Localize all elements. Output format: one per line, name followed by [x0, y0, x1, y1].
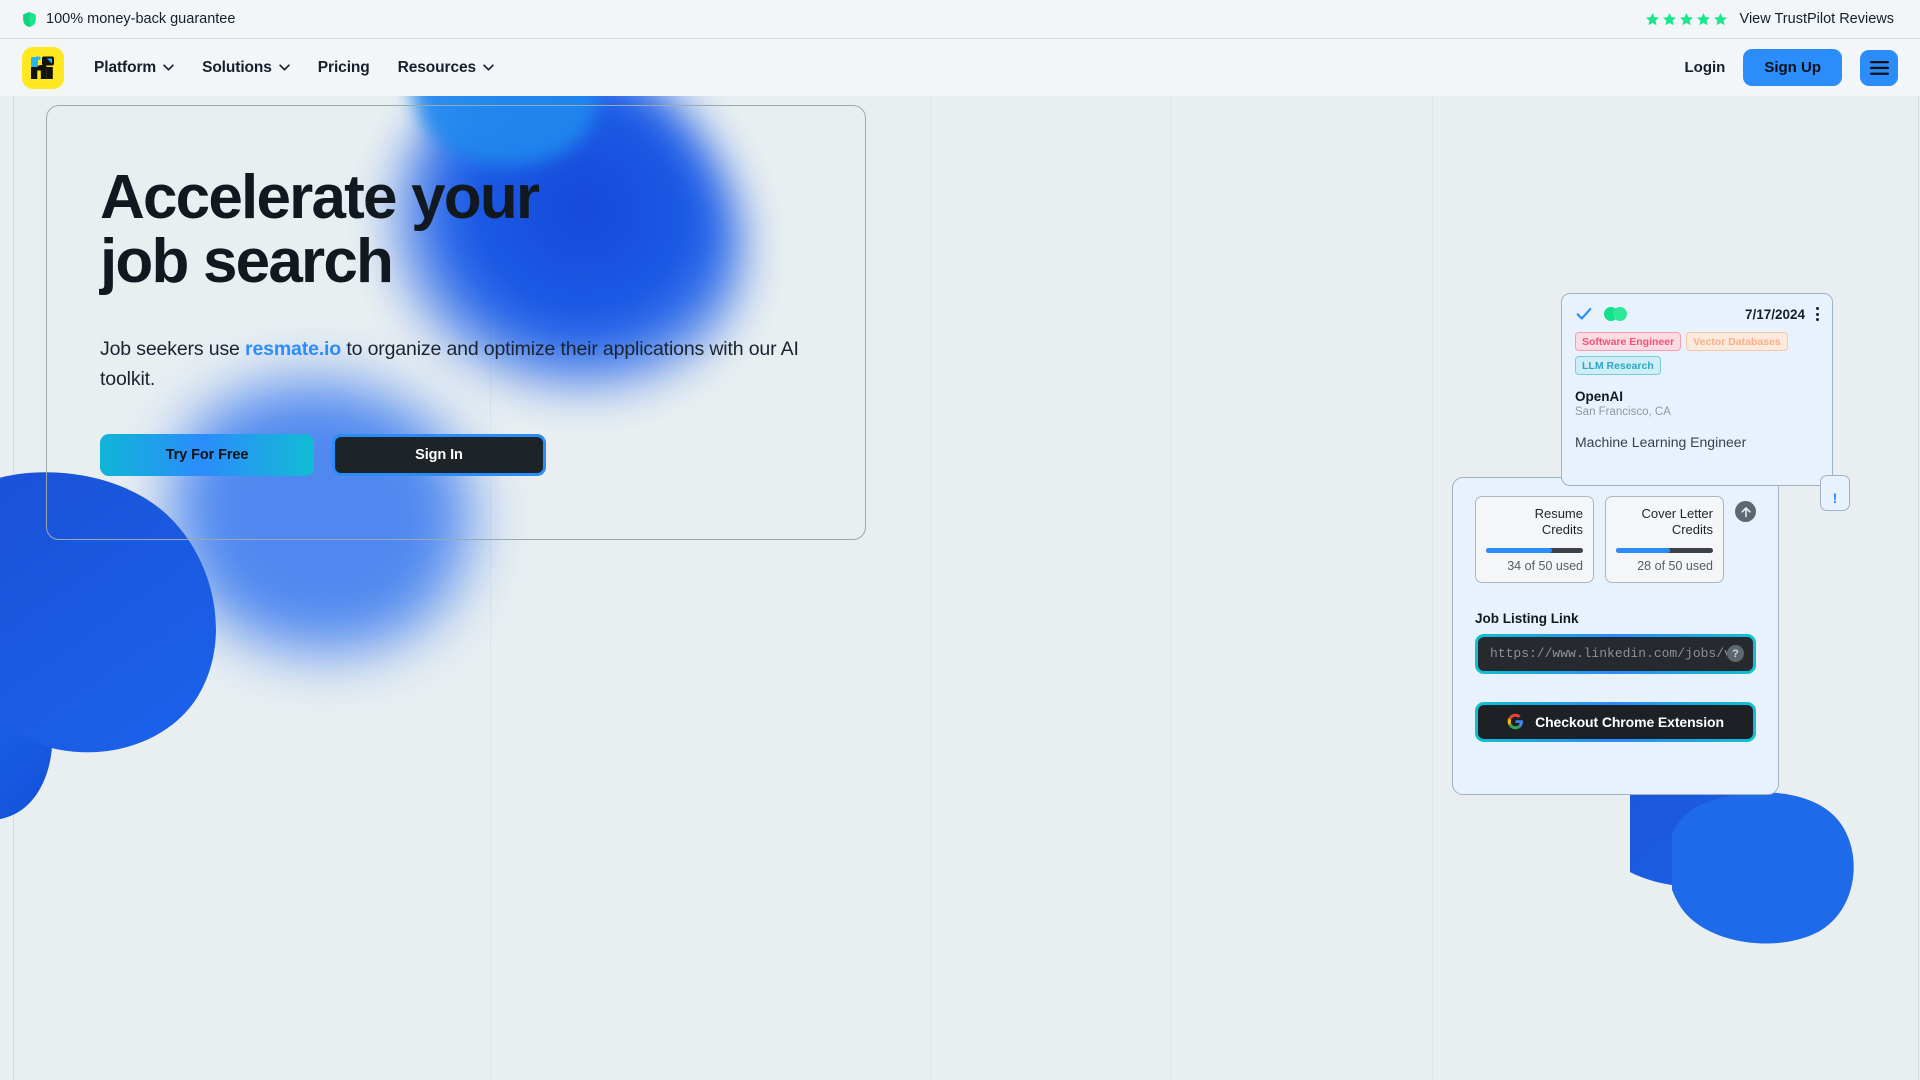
chevron-down-icon	[279, 64, 290, 71]
star-icon	[1713, 12, 1727, 25]
job-card-role: Machine Learning Engineer	[1575, 434, 1747, 450]
nav-links: Platform Solutions Pricing Resources	[94, 59, 494, 77]
job-card-date: 7/17/2024	[1744, 306, 1805, 322]
nav-item-resources[interactable]: Resources	[398, 59, 494, 77]
resmate-logo-icon[interactable]	[22, 46, 64, 89]
hamburger-menu-icon	[1869, 60, 1889, 75]
star-icon	[1645, 12, 1659, 25]
sign-in-button[interactable]: Sign In	[332, 434, 546, 477]
guarantee-text: 100% money-back guarantee	[46, 11, 236, 27]
upgrade-button[interactable]	[1735, 501, 1756, 522]
check-icon[interactable]	[1575, 305, 1593, 323]
job-card-tags: Software Engineer Vector Databases LLM R…	[1575, 332, 1819, 375]
star-icon	[1679, 12, 1693, 25]
hamburger-menu-button[interactable]	[1860, 49, 1898, 86]
cover-letter-credits-title: Cover Letter Credits	[1616, 506, 1713, 539]
chrome-extension-button-label: Checkout Chrome Extension	[1535, 713, 1724, 730]
nav-item-label: Pricing	[317, 58, 370, 76]
nav-item-label: Resources	[397, 58, 477, 76]
hero-card: Accelerate your job search Job seekers u…	[46, 105, 866, 540]
cover-letter-credits-used: 28 of 50 used	[1637, 558, 1713, 573]
job-listing-link-label: Job Listing Link	[1475, 610, 1579, 626]
kebab-menu-icon[interactable]	[1816, 307, 1819, 321]
hero-cta-group: Try For Free Sign In	[100, 434, 865, 477]
job-tag[interactable]: Software Engineer	[1575, 332, 1682, 351]
hero-subtitle: Job seekers use resmate.io to organize a…	[100, 334, 830, 394]
shield-icon	[23, 11, 36, 27]
resume-credits-used: 34 of 50 used	[1507, 558, 1583, 573]
nav-item-solutions[interactable]: Solutions	[202, 59, 290, 77]
job-card-company: OpenAI	[1575, 389, 1624, 404]
cover-letter-credits-progressbar	[1616, 547, 1713, 553]
chrome-extension-button[interactable]: Checkout Chrome Extension	[1478, 704, 1753, 739]
hero-heading-line2: job search	[100, 226, 394, 296]
hero-sub-part1: Job seekers use	[100, 337, 246, 360]
credit-title-line2: Credits	[1541, 522, 1583, 538]
credit-title-line1: Cover Letter	[1641, 506, 1713, 521]
alert-badge[interactable]: !	[1820, 475, 1850, 511]
nav-actions: Login Sign Up	[1685, 49, 1898, 86]
cover-letter-credits-box[interactable]: Cover Letter Credits 28 of 50 used	[1605, 496, 1724, 583]
credit-title-line1: Resume	[1534, 506, 1583, 521]
trustpilot-group[interactable]: View TrustPilot Reviews	[1645, 11, 1894, 27]
main-navbar: Platform Solutions Pricing Resources Log…	[0, 38, 1920, 96]
job-application-card[interactable]: 7/17/2024 Software Engineer Vector Datab…	[1561, 293, 1850, 511]
nav-item-platform[interactable]: Platform	[94, 59, 174, 77]
credit-title-line2: Credits	[1671, 522, 1713, 538]
announcement-bar: 100% money-back guarantee View TrustPilo…	[0, 0, 1920, 38]
job-tag[interactable]: LLM Research	[1575, 356, 1661, 375]
nav-item-pricing[interactable]: Pricing	[318, 59, 370, 77]
status-dots-icon[interactable]	[1604, 307, 1628, 321]
try-for-free-button[interactable]: Try For Free	[100, 434, 314, 477]
google-g-icon	[1507, 713, 1524, 730]
resume-credits-title: Resume Credits	[1486, 506, 1583, 539]
hero-heading-line1: Accelerate your	[100, 163, 540, 232]
question-mark-icon[interactable]: ?	[1727, 645, 1744, 662]
job-listing-link-field[interactable]: https://www.linkedin.com/jobs/v ?	[1478, 636, 1753, 671]
chevron-down-icon	[483, 64, 494, 71]
nav-item-label: Platform	[94, 58, 157, 76]
guarantee-group: 100% money-back guarantee	[22, 11, 235, 28]
nav-item-label: Solutions	[202, 58, 272, 76]
page-title: Accelerate your job search	[100, 166, 865, 294]
credits-panel: Resume Credits 34 of 50 used Cover Lette…	[1452, 477, 1779, 795]
job-tag[interactable]: Vector Databases	[1686, 332, 1788, 351]
star-icon	[1662, 12, 1676, 25]
job-card-location: San Francisco, CA	[1575, 406, 1671, 418]
brand-link[interactable]: resmate.io	[245, 338, 341, 360]
trustpilot-link[interactable]: View TrustPilot Reviews	[1740, 11, 1894, 27]
chevron-down-icon	[163, 64, 174, 71]
job-card-header: 7/17/2024	[1575, 305, 1819, 323]
resume-credits-progressbar	[1486, 547, 1583, 553]
signup-button[interactable]: Sign Up	[1743, 49, 1842, 86]
blob-right-lower	[1672, 792, 1854, 944]
job-listing-link-field-wrapper: https://www.linkedin.com/jobs/v ?	[1475, 633, 1756, 674]
star-rating	[1645, 12, 1728, 27]
job-listing-link-placeholder: https://www.linkedin.com/jobs/v	[1490, 646, 1727, 661]
login-link[interactable]: Login	[1685, 59, 1726, 76]
arrow-up-circle-icon	[1740, 506, 1751, 517]
chrome-extension-button-wrapper: Checkout Chrome Extension	[1475, 701, 1756, 742]
credits-row: Resume Credits 34 of 50 used Cover Lette…	[1475, 496, 1756, 583]
star-icon	[1696, 12, 1710, 25]
landing-page: 100% money-back guarantee View TrustPilo…	[0, 0, 1920, 1080]
resume-credits-box[interactable]: Resume Credits 34 of 50 used	[1475, 496, 1594, 583]
